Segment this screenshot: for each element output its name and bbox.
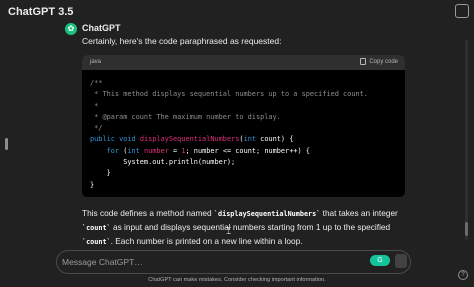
code-language-label: java [90, 59, 102, 65]
disclaimer-text: ChatGPT can make mistakes. Consider chec… [148, 277, 326, 283]
message-input[interactable] [62, 256, 362, 268]
help-icon[interactable]: ? [458, 270, 468, 280]
chatgpt-avatar-icon: ✿ [65, 23, 77, 35]
code-line: System.out.println(number); [90, 158, 236, 167]
message-author: ChatGPT [82, 23, 121, 33]
code-content: /** * This method displays sequential nu… [82, 70, 405, 191]
code-line: * [90, 101, 99, 110]
clipboard-icon [360, 58, 367, 65]
inline-code: `count` [82, 224, 111, 232]
inline-code: `count` [82, 238, 111, 246]
new-chat-icon[interactable] [455, 4, 469, 18]
copy-code-button[interactable]: Copy code [360, 58, 398, 65]
mouse-cursor-icon: ⌶ [226, 226, 232, 236]
chevron-down-icon[interactable]: ⌄ [59, 5, 66, 14]
inline-code: `displaySequentialNumbers` [213, 210, 321, 218]
code-line: */ [90, 124, 103, 133]
message-intro-text: Certainly, here's the code paraphrased a… [82, 36, 282, 46]
scrollbar-thumb[interactable] [465, 222, 468, 236]
code-line: * This method displays sequential number… [90, 90, 368, 99]
code-line: } [90, 180, 95, 189]
send-button[interactable] [395, 254, 407, 268]
code-line: } [90, 169, 111, 178]
copy-code-label: Copy code [369, 58, 398, 65]
sidebar-toggle-handle[interactable] [5, 138, 8, 150]
message-summary-text: This code defines a method named `displa… [82, 208, 398, 246]
code-line: * @param count The maximum number to dis… [90, 112, 281, 121]
grammarly-icon[interactable]: G [370, 255, 390, 266]
code-line: for (int number = 1; number <= count; nu… [106, 146, 310, 155]
scrollbar-track[interactable] [465, 40, 468, 240]
code-block: java Copy code /** * This method display… [82, 55, 405, 197]
code-block-header: java Copy code [82, 55, 405, 70]
code-line: public void displaySequentialNumbers(int… [90, 135, 294, 144]
code-line: /** [90, 79, 103, 87]
